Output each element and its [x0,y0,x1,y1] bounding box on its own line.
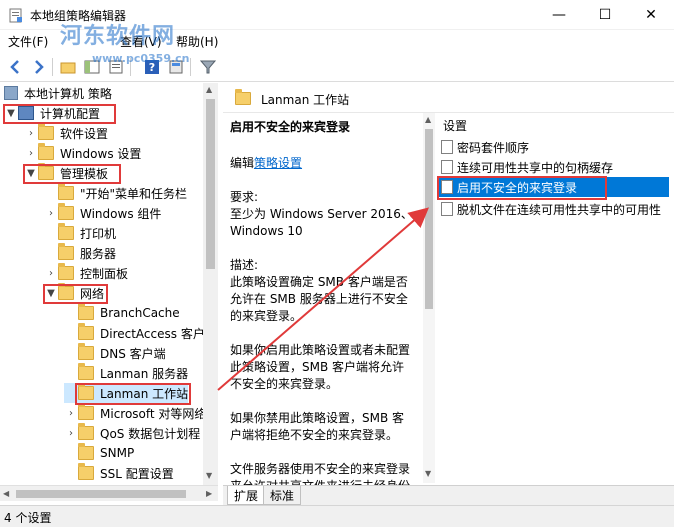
annotation-arrow [217,207,430,391]
